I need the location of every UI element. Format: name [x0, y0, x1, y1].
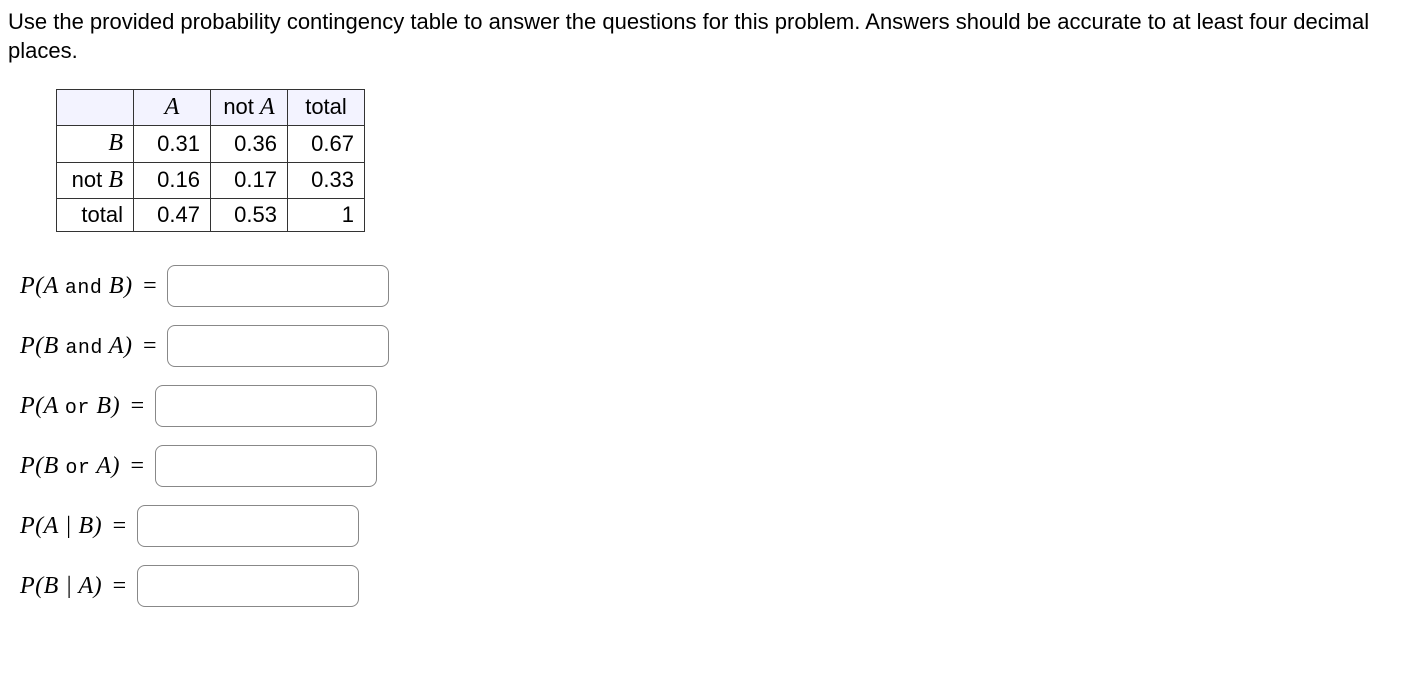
question-label: P(A or B) = — [20, 391, 151, 422]
question-label: P(A and B) = — [20, 271, 163, 302]
cell: 0.33 — [288, 162, 365, 198]
table-row: not B 0.16 0.17 0.33 — [57, 162, 365, 198]
question-row: P(A or B) = — [20, 384, 1418, 428]
table-row: total 0.47 0.53 1 — [57, 198, 365, 232]
answer-input-p-b-or-a[interactable] — [155, 445, 377, 487]
question-row: P(B and A) = — [20, 324, 1418, 368]
row-header-total: total — [57, 198, 134, 232]
answer-input-p-b-and-a[interactable] — [167, 325, 389, 367]
cell: 0.53 — [211, 198, 288, 232]
question-row: P(A and B) = — [20, 264, 1418, 308]
question-label: P(B or A) = — [20, 451, 151, 482]
cell: 0.17 — [211, 162, 288, 198]
col-header-not-a: not A — [211, 90, 288, 126]
cell: 0.47 — [134, 198, 211, 232]
table-header-empty — [57, 90, 134, 126]
question-row: P(B | A) = — [20, 564, 1418, 608]
question-row: P(B or A) = — [20, 444, 1418, 488]
contingency-table-wrapper: A not A total B 0.31 0.36 0.67 not B 0.1… — [56, 89, 1418, 232]
questions-list: P(A and B) = P(B and A) = P(A or B) = P(… — [20, 264, 1418, 608]
contingency-table: A not A total B 0.31 0.36 0.67 not B 0.1… — [56, 89, 365, 232]
question-row: P(A | B) = — [20, 504, 1418, 548]
question-label: P(A | B) = — [20, 511, 133, 542]
table-row: B 0.31 0.36 0.67 — [57, 126, 365, 162]
cell: 1 — [288, 198, 365, 232]
answer-input-p-a-and-b[interactable] — [167, 265, 389, 307]
row-header-not-b: not B — [57, 162, 134, 198]
cell: 0.67 — [288, 126, 365, 162]
table-header-row: A not A total — [57, 90, 365, 126]
cell: 0.31 — [134, 126, 211, 162]
answer-input-p-a-given-b[interactable] — [137, 505, 359, 547]
cell: 0.16 — [134, 162, 211, 198]
answer-input-p-a-or-b[interactable] — [155, 385, 377, 427]
row-header-b: B — [57, 126, 134, 162]
instructions: Use the provided probability contingency… — [8, 8, 1418, 65]
cell: 0.36 — [211, 126, 288, 162]
question-label: P(B | A) = — [20, 571, 133, 602]
answer-input-p-b-given-a[interactable] — [137, 565, 359, 607]
col-header-total: total — [288, 90, 365, 126]
col-header-a: A — [134, 90, 211, 126]
question-label: P(B and A) = — [20, 331, 163, 362]
